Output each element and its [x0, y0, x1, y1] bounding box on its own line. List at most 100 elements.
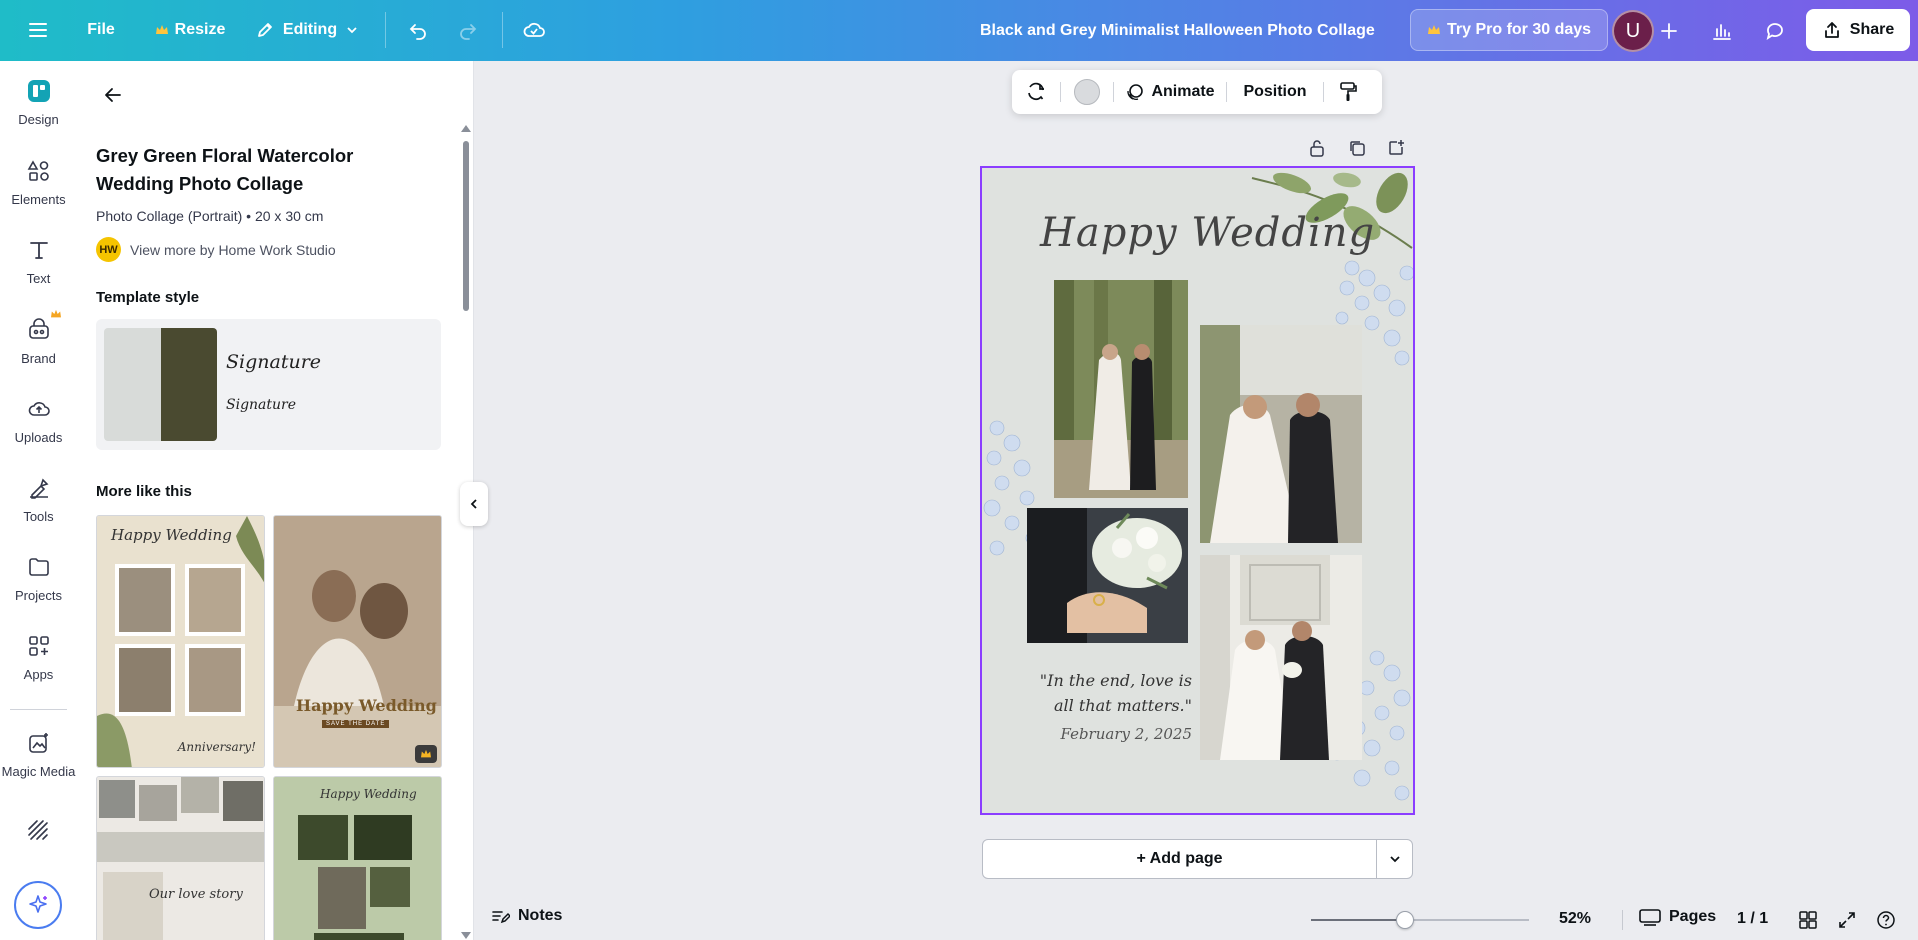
fullscreen-button[interactable]	[1835, 908, 1859, 932]
share-button[interactable]: Share	[1806, 9, 1910, 51]
add-page-options-button[interactable]	[1376, 839, 1413, 879]
scroll-up-arrow[interactable]	[461, 125, 471, 132]
file-menu-button[interactable]: File	[78, 10, 124, 50]
try-pro-button[interactable]: Try Pro for 30 days	[1410, 9, 1609, 51]
pages-label: Pages	[1669, 908, 1717, 925]
page-quote[interactable]: "In the end, love is all that matters."	[1022, 668, 1192, 718]
photo-frame-couple-forest[interactable]	[1054, 280, 1188, 498]
photo-couple-forest	[1054, 280, 1188, 498]
thumbnail-footer: Anniversary!	[177, 740, 256, 754]
redo-button[interactable]	[448, 10, 488, 50]
redo-icon	[460, 24, 477, 40]
rail-item-brand[interactable]: Brand	[0, 304, 77, 376]
save-status-button[interactable]	[514, 10, 554, 50]
photo-frame-couple-doorway[interactable]	[1200, 555, 1362, 760]
rail-label-text: Text	[26, 270, 51, 286]
background-pattern-icon[interactable]	[25, 817, 51, 843]
grid-view-button[interactable]	[1796, 908, 1820, 932]
color-picker-button[interactable]	[1061, 70, 1113, 114]
design-panel: Grey Green Floral Watercolor Wedding Pho…	[77, 61, 474, 940]
brand-icon	[24, 309, 61, 345]
template-thumbnail[interactable]: Happy Wedding	[273, 776, 442, 940]
color-swatch-dark	[161, 328, 217, 441]
invite-button[interactable]	[1648, 10, 1690, 52]
back-button[interactable]	[97, 79, 129, 111]
page-date[interactable]: February 2, 2025	[1022, 725, 1192, 743]
zoom-percentage[interactable]: 52%	[1559, 910, 1591, 928]
pencil-icon	[257, 23, 272, 37]
main-menu-button[interactable]	[18, 10, 58, 50]
rail-item-text[interactable]: Text	[0, 224, 77, 296]
undo-button[interactable]	[398, 10, 438, 50]
template-thumbnail[interactable]: Happy Wedding SAVE THE DATE	[273, 515, 442, 768]
rail-label-magic-media: Magic Media	[1, 763, 76, 779]
collapse-panel-button[interactable]	[460, 482, 488, 526]
rail-item-projects[interactable]: Projects	[0, 541, 77, 613]
document-title[interactable]: Black and Grey Minimalist Halloween Phot…	[980, 0, 1375, 61]
resize-button[interactable]: Resize	[140, 10, 240, 50]
pro-crown-badge	[415, 745, 437, 763]
arrow-left-icon	[105, 88, 121, 102]
fullscreen-icon	[1839, 912, 1855, 928]
comments-button[interactable]	[1754, 10, 1796, 52]
text-icon	[24, 235, 54, 265]
author-link[interactable]: View more by Home Work Studio	[130, 242, 336, 258]
author-avatar: HW	[96, 237, 121, 262]
font-sample-small: Signature	[226, 397, 297, 413]
page-script-title[interactable]: Happy Wedding	[1040, 210, 1375, 256]
comment-icon	[1766, 23, 1783, 40]
duplicate-page-button[interactable]	[1345, 136, 1369, 160]
template-thumbnail[interactable]: Our love story	[96, 776, 265, 940]
help-icon	[1877, 911, 1895, 929]
pages-button[interactable]: Pages	[1639, 908, 1716, 926]
magic-assistant-button[interactable]	[14, 881, 62, 929]
zoom-slider-handle[interactable]	[1396, 911, 1414, 929]
rail-item-tools[interactable]: Tools	[0, 462, 77, 534]
rail-item-uploads[interactable]: Uploads	[0, 383, 77, 455]
thumbnail-footer: SAVE THE DATE	[322, 720, 390, 728]
animate-label: Animate	[1151, 83, 1215, 100]
crown-icon	[155, 25, 168, 34]
thumbnail-preview	[274, 516, 441, 767]
scroll-down-arrow[interactable]	[461, 932, 471, 939]
replace-button[interactable]	[1012, 70, 1060, 114]
share-label: Share	[1849, 21, 1895, 38]
elements-icon	[24, 156, 54, 186]
author-row[interactable]: HW View more by Home Work Studio	[96, 237, 336, 262]
add-page-label: + Add page	[1136, 850, 1223, 867]
file-menu-label: File	[87, 21, 115, 38]
cloud-check-icon	[523, 22, 545, 37]
design-page[interactable]: Happy Wedding "In the end, love is all t…	[980, 166, 1415, 815]
rail-label-apps: Apps	[23, 666, 54, 682]
notes-label: Notes	[518, 907, 563, 924]
rail-item-apps[interactable]: Apps	[0, 620, 77, 692]
template-thumbnail[interactable]: Happy Wedding Anniversary!	[96, 515, 265, 768]
rail-label-elements: Elements	[11, 191, 66, 207]
insights-button[interactable]	[1701, 10, 1743, 52]
template-style-card[interactable]: Signature Signature	[96, 319, 441, 450]
position-button[interactable]: Position	[1227, 70, 1323, 114]
animate-button[interactable]: Animate	[1114, 70, 1226, 114]
template-style-heading: Template style	[96, 289, 200, 306]
rail-item-elements[interactable]: Elements	[0, 145, 77, 217]
element-context-toolbar: Animate Position	[1012, 70, 1382, 114]
rail-label-tools: Tools	[23, 508, 54, 524]
rail-item-magic-media[interactable]: Magic Media	[0, 717, 77, 789]
photo-frame-rings-bouquet[interactable]	[1027, 508, 1188, 643]
rail-item-design[interactable]: Design	[0, 65, 77, 137]
thumbnail-preview	[274, 777, 441, 940]
chevron-down-icon	[347, 27, 357, 34]
help-button[interactable]	[1874, 908, 1898, 932]
add-page-top-button[interactable]	[1384, 136, 1408, 160]
panel-scrollbar-thumb[interactable]	[463, 141, 469, 311]
notes-button[interactable]: Notes	[490, 906, 562, 926]
grid-view-icon	[1799, 911, 1817, 929]
rail-divider	[10, 709, 67, 710]
hamburger-icon	[29, 23, 47, 37]
photo-frame-couple-smiling[interactable]	[1200, 325, 1362, 543]
lock-page-button[interactable]	[1305, 136, 1329, 160]
add-page-button[interactable]: + Add page	[982, 839, 1377, 879]
copy-style-button[interactable]	[1324, 70, 1372, 114]
editing-mode-dropdown[interactable]: Editing	[247, 10, 367, 50]
crown-icon	[421, 749, 431, 758]
